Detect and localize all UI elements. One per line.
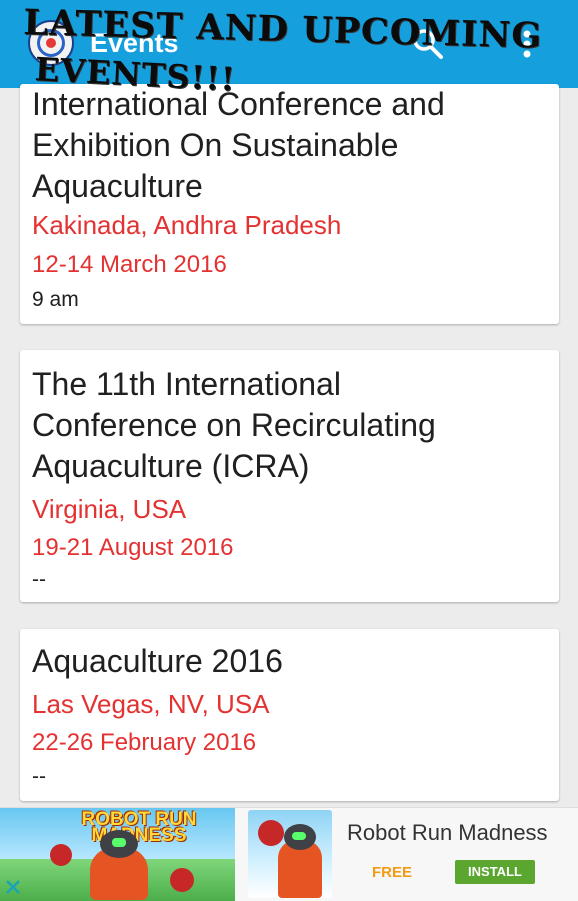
event-location: Kakinada, Andhra Pradesh	[32, 210, 342, 240]
event-title: The 11th International Conference on Rec…	[32, 366, 436, 484]
app-logo-icon[interactable]	[28, 20, 74, 66]
close-icon[interactable]	[4, 878, 22, 896]
ad-price: FREE	[372, 864, 413, 881]
event-time: --	[32, 568, 46, 591]
ad-game-image[interactable]: ROBOT RUN MADNESS	[0, 808, 235, 901]
search-icon	[413, 29, 443, 59]
event-title: Aquaculture 2016	[32, 643, 283, 679]
event-time: --	[32, 765, 46, 788]
ad-app-icon[interactable]	[248, 810, 332, 898]
search-button[interactable]	[408, 24, 448, 64]
event-location: Las Vegas, NV, USA	[32, 689, 270, 719]
event-card[interactable]: The 11th International Conference on Rec…	[20, 350, 559, 602]
app-bar: Events	[0, 0, 578, 88]
event-date: 19-21 August 2016	[32, 534, 234, 561]
event-date: 12-14 March 2016	[32, 251, 227, 278]
install-button[interactable]: INSTALL	[455, 860, 535, 884]
event-title: International Conference and Exhibition …	[32, 86, 445, 204]
event-location: Virginia, USA	[32, 494, 187, 524]
overflow-menu-button[interactable]	[512, 24, 542, 64]
event-card[interactable]: International Conference and Exhibition …	[20, 84, 559, 324]
event-date: 22-26 February 2016	[32, 729, 257, 756]
event-card[interactable]: Aquaculture 2016 Las Vegas, NV, USA 22-2…	[20, 629, 559, 801]
overflow-menu-icon	[523, 30, 531, 58]
ad-app-name[interactable]: Robot Run Madness	[347, 820, 548, 846]
app-title: Events	[90, 28, 179, 58]
ad-game-title: ROBOT RUN MADNESS	[81, 809, 197, 846]
event-time: 9 am	[32, 288, 79, 311]
